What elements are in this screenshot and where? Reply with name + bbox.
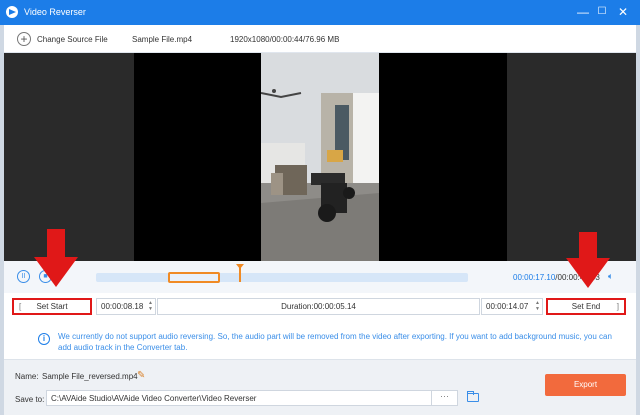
- start-time-stepper-icon[interactable]: ▲ ▼: [148, 300, 153, 312]
- save-path-field[interactable]: C:\AVAide Studio\AVAide Video Converter\…: [46, 390, 432, 406]
- set-end-label: Set End: [571, 302, 601, 311]
- start-time-field[interactable]: 00:00:08.18 ▲ ▼: [96, 298, 156, 315]
- app-logo-icon: [6, 6, 18, 18]
- set-start-button[interactable]: [ Set Start: [12, 298, 92, 315]
- title-bar: Video Reverser — ☐ ✕: [0, 0, 640, 25]
- trim-row: [ Set Start 00:00:08.18 ▲ ▼ Duration:00:0…: [4, 293, 636, 321]
- timeline-playhead[interactable]: [236, 264, 244, 282]
- current-time: 00:00:17.10: [513, 273, 556, 282]
- video-preview: [4, 53, 636, 261]
- add-source-icon[interactable]: +: [17, 32, 31, 46]
- end-time-field[interactable]: 00:00:14.07 ▲ ▼: [481, 298, 543, 315]
- red-arrow-end-icon: [566, 232, 610, 288]
- maximize-button[interactable]: ☐: [593, 3, 611, 21]
- output-name-value: Sample File_reversed.mp4: [42, 372, 138, 381]
- save-path-value: C:\AVAide Studio\AVAide Video Converter\…: [51, 394, 257, 403]
- audio-notice: i We currently do not support audio reve…: [4, 321, 636, 359]
- end-bracket-icon: ]: [616, 302, 619, 311]
- output-name-label: Name:: [15, 372, 39, 381]
- browse-button[interactable]: ···: [432, 390, 458, 406]
- set-start-label: Set Start: [36, 302, 68, 311]
- close-button[interactable]: ✕: [614, 3, 632, 21]
- info-icon: i: [38, 333, 50, 345]
- end-time-stepper-icon[interactable]: ▲ ▼: [535, 300, 540, 312]
- duration-field: Duration:00:00:05.14: [157, 298, 480, 315]
- video-frame-image: [261, 53, 379, 261]
- source-file-info: 1920x1080/00:00:44/76.96 MB: [230, 35, 340, 44]
- timeline-track[interactable]: [96, 264, 468, 283]
- source-file-name: Sample File.mp4: [132, 35, 193, 44]
- output-panel: Name: Sample File_reversed.mp4 ✎ Save to…: [4, 359, 636, 415]
- minimize-button[interactable]: —: [574, 3, 592, 21]
- notice-text: We currently do not support audio revers…: [58, 332, 612, 352]
- red-arrow-start-icon: [34, 229, 78, 287]
- save-to-label: Save to:: [15, 395, 45, 404]
- set-end-button[interactable]: Set End ]: [546, 298, 626, 315]
- window-title: Video Reverser: [24, 7, 86, 17]
- duration-value: Duration:00:00:05.14: [281, 302, 356, 311]
- source-toolbar: + Change Source File Sample File.mp4 192…: [4, 25, 636, 53]
- window-border-right: [636, 25, 640, 415]
- pause-icon[interactable]: II: [17, 270, 30, 283]
- end-time-value: 00:00:14.07: [486, 302, 529, 311]
- folder-icon[interactable]: [467, 391, 479, 402]
- timeline-selection[interactable]: [168, 272, 220, 283]
- change-source-button[interactable]: Change Source File: [37, 35, 108, 44]
- start-time-value: 00:00:08.18: [101, 302, 144, 311]
- video-frame: [261, 53, 379, 261]
- export-button[interactable]: Export: [545, 374, 626, 396]
- pencil-icon[interactable]: ✎: [137, 370, 145, 381]
- playback-controls: II ■ 00:00:17.10/00:00:44.03 🔈︎: [4, 261, 636, 293]
